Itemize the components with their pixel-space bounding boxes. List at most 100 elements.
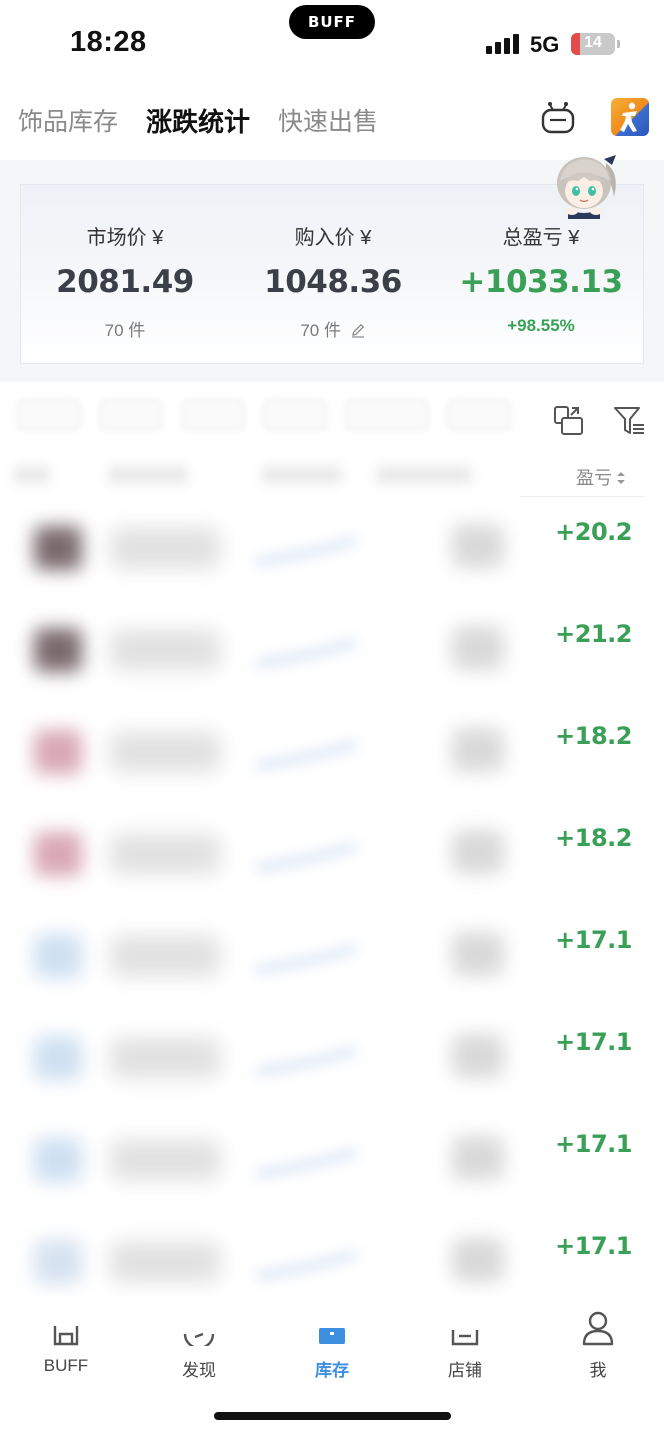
game-switch-button[interactable]	[611, 98, 649, 136]
item-name-blurred	[110, 834, 220, 874]
trend-sparkline	[255, 639, 357, 667]
top-tab-bar: 饰品库存 涨跌统计 快速出售	[18, 100, 406, 140]
market-count: 70 件	[104, 321, 146, 340]
item-name-blurred	[110, 732, 220, 772]
mascot-icon	[557, 155, 616, 219]
filter-chip[interactable]	[448, 400, 510, 430]
list-item[interactable]: +20.2	[0, 498, 664, 600]
list-item[interactable]: +18.2	[0, 702, 664, 804]
sort-profit-label: 盈亏	[576, 468, 612, 488]
total-profit-column: 总盈亏 ¥ +1033.13 +98.55%	[437, 221, 645, 336]
dynamic-island: BUFF	[289, 5, 375, 39]
sort-arrows-icon	[617, 472, 625, 484]
sort-profit-header[interactable]: 盈亏	[576, 464, 626, 490]
item-name-blurred	[110, 1242, 220, 1282]
filter-chip[interactable]	[100, 400, 162, 430]
list-item[interactable]: +17.1	[0, 1110, 664, 1212]
nav-label-shop: 店铺	[448, 1361, 482, 1380]
nav-label-inventory: 库存	[315, 1361, 349, 1380]
robot-icon	[541, 102, 575, 134]
nav-inventory[interactable]: 库存	[272, 1310, 392, 1381]
trend-sparkline	[255, 1149, 357, 1177]
filter-button[interactable]	[612, 404, 646, 438]
item-thumbnail	[34, 1036, 82, 1080]
item-name-blurred	[110, 630, 220, 670]
battery-icon: 14	[571, 33, 615, 55]
item-price-blurred	[452, 626, 504, 670]
status-bar: 18:28 BUFF 5G 14	[0, 0, 664, 88]
battery-cap	[617, 40, 620, 48]
list-item[interactable]: +17.1	[0, 906, 664, 1008]
buff-island-logo: BUFF	[307, 13, 357, 31]
item-profit: +21.2	[555, 620, 632, 648]
item-name-blurred	[110, 528, 220, 568]
item-list: +20.2 +21.2 +18.2 +18.2 +17.1 +17.1 +17.1 +17.1	[0, 498, 664, 1314]
nav-shop[interactable]: 店铺	[405, 1310, 525, 1381]
purchase-price-label: 购入价 ¥	[294, 227, 372, 249]
nav-label-profile: 我	[589, 1361, 607, 1380]
total-profit-label: 总盈亏 ¥	[502, 227, 580, 249]
item-name-blurred	[110, 936, 220, 976]
purchase-price-value: 1048.36	[264, 264, 402, 300]
item-price-blurred	[452, 1238, 504, 1282]
purchase-count-row[interactable]: 70 件	[229, 316, 437, 341]
item-thumbnail	[34, 628, 82, 672]
mascot-avatar[interactable]	[554, 153, 624, 219]
item-profit: +17.1	[555, 1232, 632, 1260]
item-price-blurred	[452, 1136, 504, 1180]
item-profit: +18.2	[555, 824, 632, 852]
item-name-blurred	[110, 1038, 220, 1078]
market-price-label: 市场价 ¥	[86, 227, 164, 249]
list-item[interactable]: +18.2	[0, 804, 664, 906]
item-price-blurred	[452, 524, 504, 568]
tab-price-stats[interactable]: 涨跌统计	[146, 102, 250, 139]
item-thumbnail	[34, 934, 82, 978]
market-price-column: 市场价 ¥ 2081.49 70 件	[21, 221, 229, 341]
shop-icon	[451, 1330, 479, 1346]
nav-label-buff: BUFF	[43, 1356, 89, 1375]
share-button[interactable]	[552, 404, 586, 438]
filter-chip[interactable]	[182, 400, 244, 430]
item-profit: +20.2	[555, 518, 632, 546]
item-thumbnail	[34, 730, 82, 774]
header-placeholder	[108, 466, 188, 484]
header-divider	[520, 496, 644, 497]
total-profit-value: +1033.13	[459, 264, 623, 300]
item-profit: +17.1	[555, 1130, 632, 1158]
total-profit-percent: +98.55%	[507, 316, 575, 335]
filter-chip[interactable]	[18, 400, 80, 430]
trend-sparkline	[255, 843, 357, 871]
buff-home-icon	[53, 1326, 79, 1346]
trend-sparkline	[255, 741, 357, 769]
filter-chip[interactable]	[264, 400, 326, 430]
list-item[interactable]: +17.1	[0, 1008, 664, 1110]
filter-icon	[614, 407, 644, 434]
item-price-blurred	[452, 932, 504, 976]
item-price-blurred	[452, 728, 504, 772]
nav-discover[interactable]: 发现	[139, 1310, 259, 1381]
pencil-icon[interactable]	[350, 322, 366, 338]
list-item[interactable]: +21.2	[0, 600, 664, 702]
header-placeholder	[14, 466, 50, 484]
item-thumbnail	[34, 526, 82, 570]
inventory-icon	[319, 1328, 345, 1344]
tab-inventory[interactable]: 饰品库存	[18, 102, 118, 138]
status-time: 18:28	[70, 26, 147, 58]
nav-buff[interactable]: BUFF	[6, 1310, 126, 1376]
filter-chip[interactable]	[346, 400, 428, 430]
table-header	[0, 456, 664, 496]
item-profit: +18.2	[555, 722, 632, 750]
tab-quick-sell[interactable]: 快速出售	[278, 102, 378, 138]
robot-button[interactable]	[538, 100, 578, 136]
nav-profile[interactable]: 我	[538, 1310, 658, 1381]
purchase-count: 70 件	[300, 321, 341, 340]
header-placeholder	[376, 466, 472, 484]
trend-sparkline	[255, 945, 357, 973]
csgo-game-icon	[620, 102, 637, 132]
item-thumbnail	[34, 1138, 82, 1182]
trend-sparkline	[255, 537, 357, 565]
home-indicator	[214, 1412, 451, 1420]
item-price-blurred	[452, 1034, 504, 1078]
item-thumbnail	[34, 832, 82, 876]
purchase-price-column: 购入价 ¥ 1048.36 70 件	[229, 221, 437, 341]
